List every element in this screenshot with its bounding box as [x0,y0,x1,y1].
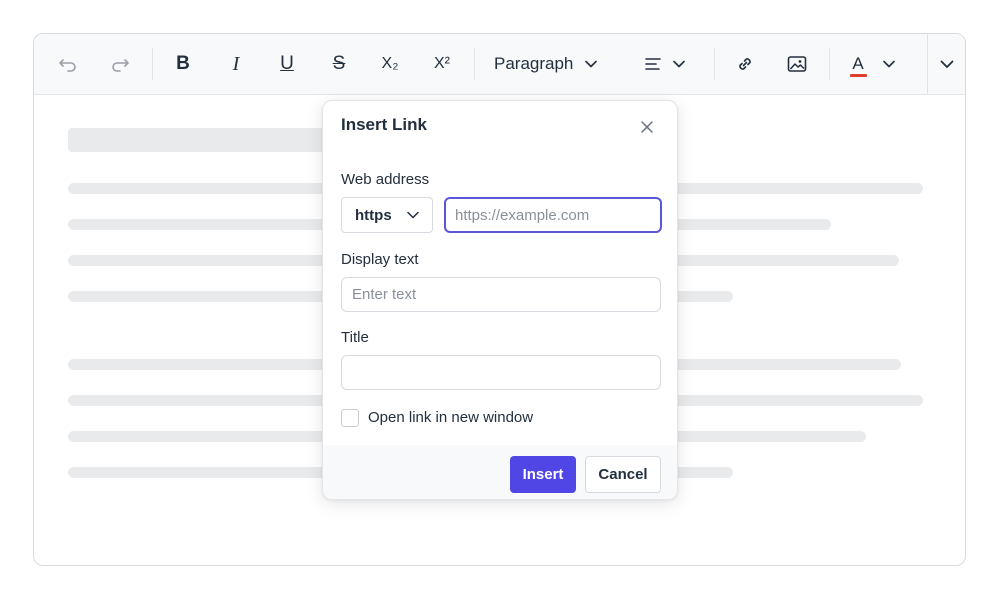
block-format-label: Paragraph [494,54,574,73]
redo-icon [112,59,129,72]
subscript-button[interactable]: X₂ [375,48,405,80]
url-input[interactable] [444,197,662,233]
close-icon [641,121,653,133]
font-color-letter: A [852,54,864,73]
underline-button[interactable]: U [273,48,301,80]
web-address-label: Web address [341,171,430,188]
cancel-button[interactable]: Cancel [585,456,661,493]
insert-button[interactable]: Insert [510,456,576,493]
superscript-button[interactable]: X² [427,48,457,80]
font-color-icon: A [847,54,869,77]
redo-button[interactable] [106,48,134,80]
new-window-checkbox[interactable] [341,409,359,427]
title-label: Title [341,329,369,346]
insert-link-button[interactable] [731,48,759,80]
insert-image-button[interactable] [783,48,811,80]
block-format-dropdown[interactable]: Paragraph [494,48,614,80]
font-color-swatch [850,74,867,77]
toolbar-separator [829,48,830,80]
skeleton-heading [68,128,328,152]
image-icon [787,56,807,72]
italic-button[interactable]: I [222,48,250,80]
strikethrough-button[interactable]: S [325,48,353,80]
toolbar-separator [152,48,153,80]
chevron-down-icon [585,60,598,68]
chevron-down-icon [883,60,895,68]
toolbar-separator [474,48,475,80]
font-color-dropdown[interactable]: A [847,48,907,80]
display-text-input[interactable] [341,277,661,312]
undo-icon [59,59,76,72]
protocol-select-value: https [355,206,392,224]
dialog-title: Insert Link [341,115,427,134]
link-icon [739,58,751,70]
insert-link-dialog: Insert Link Web address https Display te… [322,100,678,500]
undo-button[interactable] [54,48,82,80]
toolbar-separator [714,48,715,80]
editor-toolbar: B I U S X₂ X² Paragraph A [34,34,965,95]
title-input[interactable] [341,355,661,390]
new-window-label[interactable]: Open link in new window [368,409,533,426]
toolbar-more-button[interactable] [927,34,965,94]
dialog-close-button[interactable] [636,116,658,138]
bold-button[interactable]: B [169,48,197,80]
chevron-down-icon [673,60,685,68]
chevron-down-icon [407,211,419,219]
align-dropdown[interactable] [645,48,693,80]
align-left-icon [645,58,661,70]
display-text-label: Display text [341,251,419,268]
chevron-down-icon [940,60,953,68]
protocol-select[interactable]: https [341,197,433,233]
